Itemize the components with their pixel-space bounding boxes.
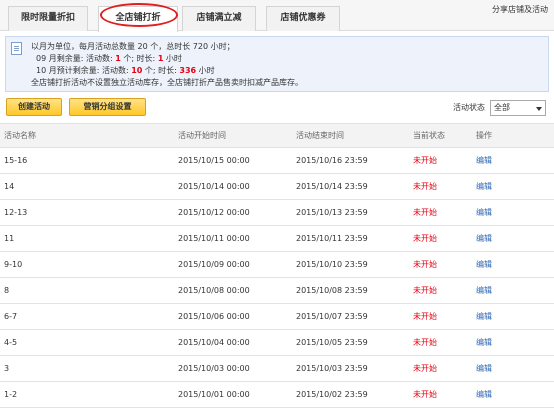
october-hours: 336: [179, 66, 197, 75]
status-filter-select[interactable]: 全部: [490, 100, 546, 116]
tab-label: 店铺优惠券: [280, 13, 326, 23]
start-time: 2015/10/06 00:00: [178, 312, 250, 321]
status-text: 未开始: [413, 286, 437, 295]
status-text: 未开始: [413, 234, 437, 243]
activity-name: 12-13: [4, 208, 28, 217]
marketing-group-settings-button[interactable]: 营销分组设置: [69, 98, 146, 116]
table-row: 8 2015/10/08 00:00 2015/10/08 23:59 未开始 …: [0, 278, 554, 304]
notice-line-inventory: 全店铺打折活动不设置独立活动库存，全店铺打折产品售卖时扣减产品库存。: [31, 78, 303, 87]
notice-text-segment: 10 月预计剩余量: 活动数:: [36, 66, 132, 75]
start-time: 2015/10/11 00:00: [178, 234, 250, 243]
status-text: 未开始: [413, 182, 437, 191]
table-row: 3 2015/10/03 00:00 2015/10/03 23:59 未开始 …: [0, 356, 554, 382]
october-count: 10: [131, 66, 143, 75]
notice-text-segment: 个; 时长:: [142, 66, 180, 75]
status-text: 未开始: [413, 390, 437, 399]
notice-line-october: 10 月预计剩余量: 活动数: 10 个; 时长: 336 小时: [31, 65, 303, 77]
edit-link[interactable]: 编辑: [476, 330, 492, 356]
notice-text-segment: 小时: [163, 54, 182, 63]
notice-text: 以月为单位，每月活动总数量 20 个，总时长 720 小时； 09 月剩余量: …: [31, 41, 303, 89]
status-text: 未开始: [413, 260, 437, 269]
table-row: 11 2015/10/11 00:00 2015/10/11 23:59 未开始…: [0, 226, 554, 252]
edit-link[interactable]: 编辑: [476, 252, 492, 278]
tab-bar: 限时限量折扣 全店铺打折 店铺满立减 店铺优惠券 分享店铺及活动: [0, 0, 554, 32]
edit-link[interactable]: 编辑: [476, 382, 492, 408]
status-text: 未开始: [413, 156, 437, 165]
end-time: 2015/10/05 23:59: [296, 338, 368, 347]
tab-store-full-reduction[interactable]: 店铺满立减: [182, 6, 256, 31]
tab-store-coupon[interactable]: 店铺优惠券: [266, 6, 340, 31]
table-row: 12-13 2015/10/12 00:00 2015/10/13 23:59 …: [0, 200, 554, 226]
activity-name: 3: [4, 364, 10, 373]
start-time: 2015/10/01 00:00: [178, 390, 250, 399]
column-header-start: 活动开始时间: [178, 131, 226, 140]
activity-name: 4-5: [4, 338, 18, 347]
chevron-down-icon: [536, 107, 542, 111]
end-time: 2015/10/14 23:59: [296, 182, 368, 191]
table-row: 1-2 2015/10/01 00:00 2015/10/02 23:59 未开…: [0, 382, 554, 408]
end-time: 2015/10/11 23:59: [296, 234, 368, 243]
end-time: 2015/10/07 23:59: [296, 312, 368, 321]
start-time: 2015/10/03 00:00: [178, 364, 250, 373]
activity-name: 11: [4, 234, 15, 243]
end-time: 2015/10/13 23:59: [296, 208, 368, 217]
status-filter-value: 全部: [494, 103, 510, 112]
start-time: 2015/10/04 00:00: [178, 338, 250, 347]
tab-label: 限时限量折扣: [20, 13, 75, 23]
notice-text-segment: 个; 时长:: [120, 54, 158, 63]
notice-line-total: 以月为单位，每月活动总数量 20 个，总时长 720 小时；: [31, 42, 235, 51]
column-header-name: 活动名称: [4, 131, 36, 140]
column-header-end: 活动结束时间: [296, 131, 344, 140]
edit-link[interactable]: 编辑: [476, 148, 492, 174]
notice-box: 以月为单位，每月活动总数量 20 个，总时长 720 小时； 09 月剩余量: …: [5, 36, 549, 92]
status-text: 未开始: [413, 312, 437, 321]
start-time: 2015/10/15 00:00: [178, 156, 250, 165]
edit-link[interactable]: 编辑: [476, 356, 492, 382]
document-icon: [11, 42, 22, 55]
notice-text-segment: 09 月剩余量: 活动数:: [36, 54, 116, 63]
tab-label: 全店铺打折: [115, 13, 161, 23]
end-time: 2015/10/08 23:59: [296, 286, 368, 295]
notice-line-september: 09 月剩余量: 活动数: 1 个; 时长: 1 小时: [31, 53, 303, 65]
status-text: 未开始: [413, 364, 437, 373]
activity-name: 15-16: [4, 156, 28, 165]
start-time: 2015/10/14 00:00: [178, 182, 250, 191]
tab-limited-discount[interactable]: 限时限量折扣: [8, 6, 88, 31]
table-row: 9-10 2015/10/09 00:00 2015/10/10 23:59 未…: [0, 252, 554, 278]
table-row: 14 2015/10/14 00:00 2015/10/14 23:59 未开始…: [0, 174, 554, 200]
end-time: 2015/10/16 23:59: [296, 156, 368, 165]
column-header-action: 操作: [476, 131, 492, 140]
tab-label: 店铺满立减: [196, 13, 242, 23]
status-text: 未开始: [413, 338, 437, 347]
edit-link[interactable]: 编辑: [476, 304, 492, 330]
activity-name: 1-2: [4, 390, 18, 399]
start-time: 2015/10/09 00:00: [178, 260, 250, 269]
tab-store-discount[interactable]: 全店铺打折: [98, 6, 178, 32]
start-time: 2015/10/08 00:00: [178, 286, 250, 295]
activity-name: 14: [4, 182, 15, 191]
start-time: 2015/10/12 00:00: [178, 208, 250, 217]
status-text: 未开始: [413, 208, 437, 217]
column-header-status: 当前状态: [413, 131, 445, 140]
status-filter-label: 活动状态: [453, 103, 485, 112]
share-store-link[interactable]: 分享店铺及活动: [492, 4, 548, 15]
edit-link[interactable]: 编辑: [476, 278, 492, 304]
end-time: 2015/10/02 23:59: [296, 390, 368, 399]
notice-text-segment: 小时: [196, 66, 215, 75]
end-time: 2015/10/03 23:59: [296, 364, 368, 373]
create-activity-button[interactable]: 创建活动: [6, 98, 62, 116]
activity-name: 6-7: [4, 312, 18, 321]
edit-link[interactable]: 编辑: [476, 174, 492, 200]
activity-name: 9-10: [4, 260, 23, 269]
table-row: 6-7 2015/10/06 00:00 2015/10/07 23:59 未开…: [0, 304, 554, 330]
end-time: 2015/10/10 23:59: [296, 260, 368, 269]
activity-name: 8: [4, 286, 10, 295]
edit-link[interactable]: 编辑: [476, 226, 492, 252]
edit-link[interactable]: 编辑: [476, 200, 492, 226]
table-row: 15-16 2015/10/15 00:00 2015/10/16 23:59 …: [0, 148, 554, 174]
table-header: 活动名称 活动开始时间 活动结束时间 当前状态 操作: [0, 123, 554, 148]
table-row: 4-5 2015/10/04 00:00 2015/10/05 23:59 未开…: [0, 330, 554, 356]
